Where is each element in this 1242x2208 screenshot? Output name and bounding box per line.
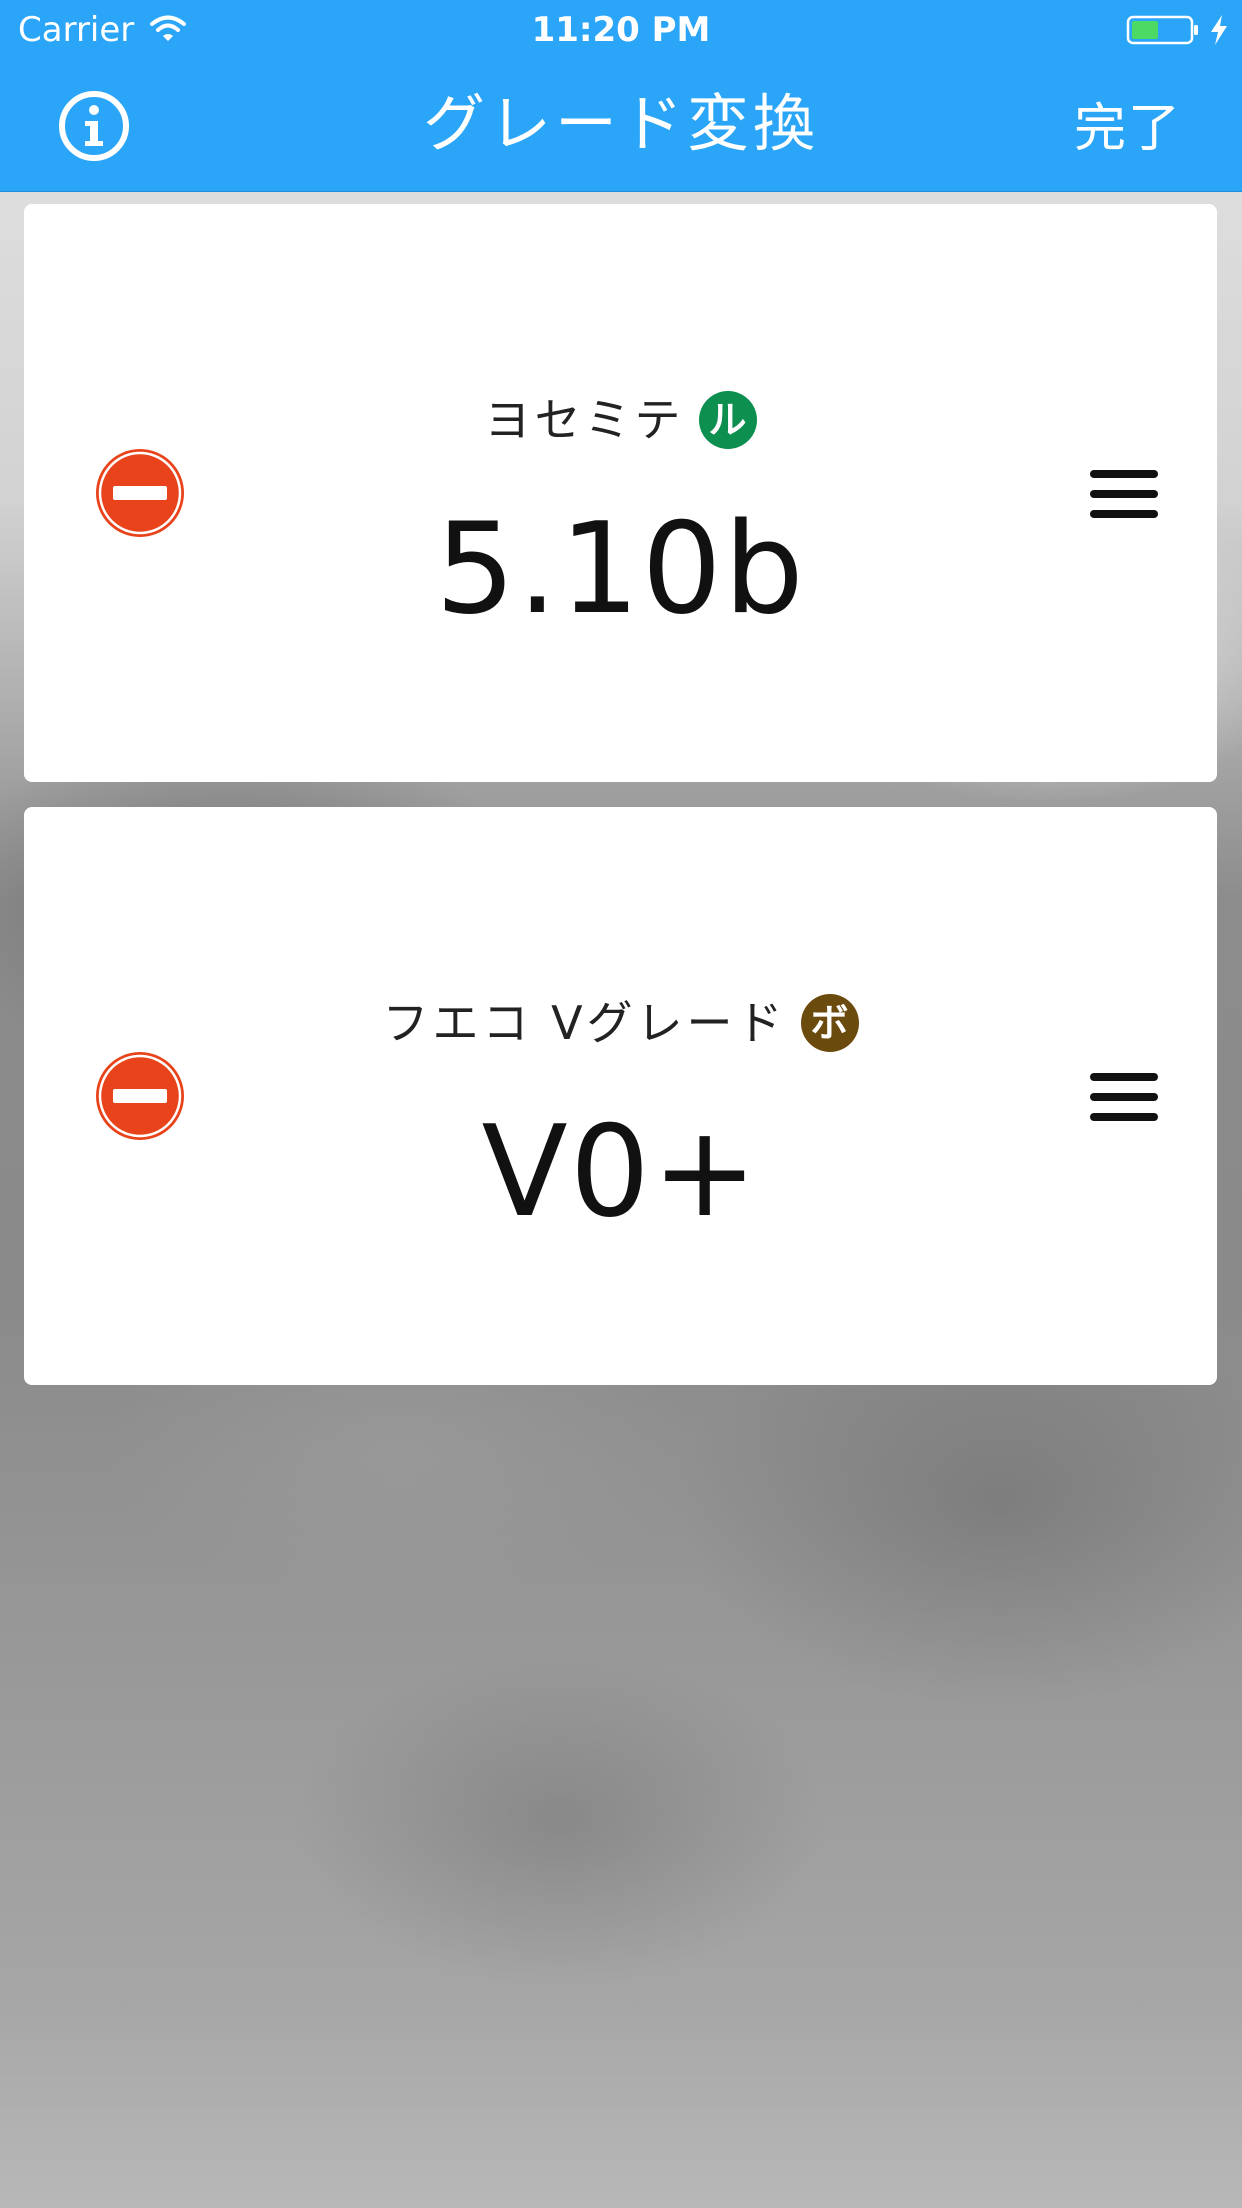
battery-icon bbox=[1126, 15, 1198, 45]
navigation-bar: グレード変換 完了 bbox=[0, 60, 1242, 192]
grade-card: フエコ Vグレードボ V0+ bbox=[24, 807, 1217, 1385]
grade-card: ヨセミテル 5.10b bbox=[24, 204, 1217, 782]
type-badge: ル bbox=[698, 391, 757, 449]
done-button[interactable]: 完了 bbox=[1074, 94, 1182, 164]
screen: Carrier 11:20 PM グレード変換 完了 ヨセミテ ル 5.10b … bbox=[0, 0, 1242, 2208]
status-bar: Carrier 11:20 PM bbox=[0, 0, 1242, 60]
status-time: 11:20 PM bbox=[531, 10, 711, 50]
scale-name: フエコ Vグレード bbox=[382, 996, 787, 1050]
scale-row: ヨセミテル bbox=[24, 390, 1217, 460]
grade-value: 5.10b bbox=[435, 495, 806, 642]
scale-name: ヨセミテ bbox=[484, 393, 685, 447]
type-badge: ボ bbox=[800, 994, 859, 1052]
page-title: グレード変換 bbox=[422, 87, 819, 160]
grade-value: V0+ bbox=[481, 1098, 760, 1245]
hamburger-icon[interactable] bbox=[1088, 466, 1160, 522]
charging-bolt-icon bbox=[1211, 15, 1227, 45]
hamburger-icon[interactable] bbox=[1088, 1069, 1160, 1125]
scale-row: フエコ Vグレードボ bbox=[24, 993, 1217, 1063]
